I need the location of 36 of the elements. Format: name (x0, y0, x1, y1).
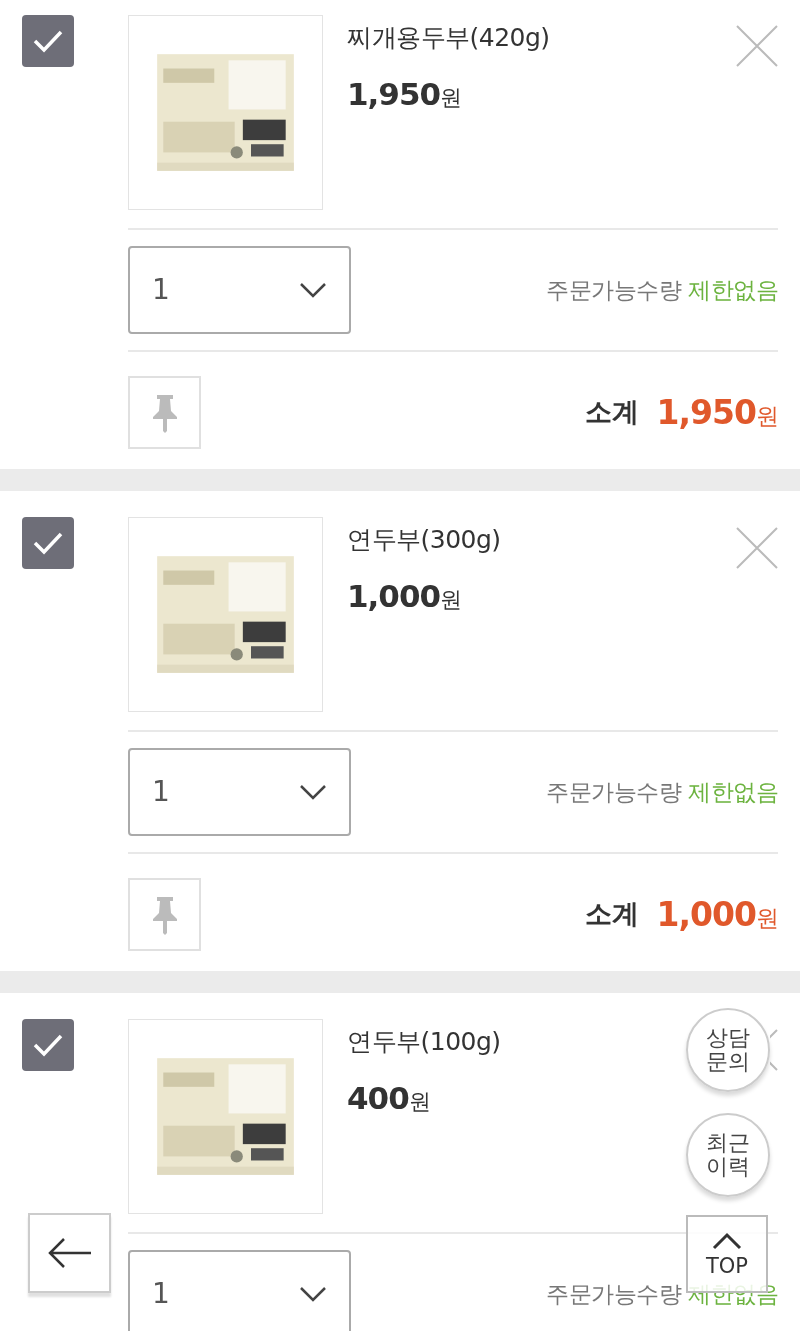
back-arrow-icon (46, 1237, 93, 1269)
chevron-up-icon (712, 1231, 742, 1250)
subtotal-label: 소계 (584, 897, 639, 932)
caret-icon (299, 784, 327, 800)
check-icon (32, 1033, 64, 1057)
product-price: 400원 (347, 1078, 431, 1118)
quantity-select[interactable]: 1 (128, 1250, 351, 1331)
subtotal-amount: 1,950원 (656, 391, 778, 434)
close-button[interactable] (736, 527, 778, 569)
order-limit-text: 주문가능수량 제한없음 (546, 275, 778, 305)
order-limit-text: 주문가능수량 제한없음 (546, 777, 778, 807)
check-icon (32, 531, 64, 555)
subtotal-label: 소계 (584, 395, 639, 430)
close-icon (770, 1029, 778, 1071)
product-price: 1,950원 (347, 74, 463, 114)
product-name: 찌개용두부(420g) (347, 22, 550, 54)
check-icon (32, 29, 64, 53)
close-button[interactable] (736, 25, 778, 67)
quantity-select[interactable]: 1 (128, 748, 351, 836)
caret-icon (299, 1286, 327, 1302)
top-button[interactable]: TOP (686, 1215, 768, 1293)
quantity-select[interactable]: 1 (128, 246, 351, 334)
product-name: 연두부(100g) (347, 1026, 501, 1058)
product-price: 1,000원 (347, 576, 463, 616)
pin-button[interactable] (128, 376, 201, 449)
checkbox[interactable] (22, 1019, 74, 1071)
pin-button[interactable] (128, 878, 201, 951)
product-name: 연두부(300g) (347, 524, 501, 556)
close-icon (736, 25, 778, 67)
caret-icon (299, 282, 327, 298)
close-icon (736, 527, 778, 569)
checkbox[interactable] (22, 517, 74, 569)
subtotal-amount: 1,000원 (656, 893, 778, 936)
close-button[interactable] (770, 1029, 778, 1071)
checkbox[interactable] (22, 15, 74, 67)
back-button[interactable] (28, 1213, 111, 1293)
